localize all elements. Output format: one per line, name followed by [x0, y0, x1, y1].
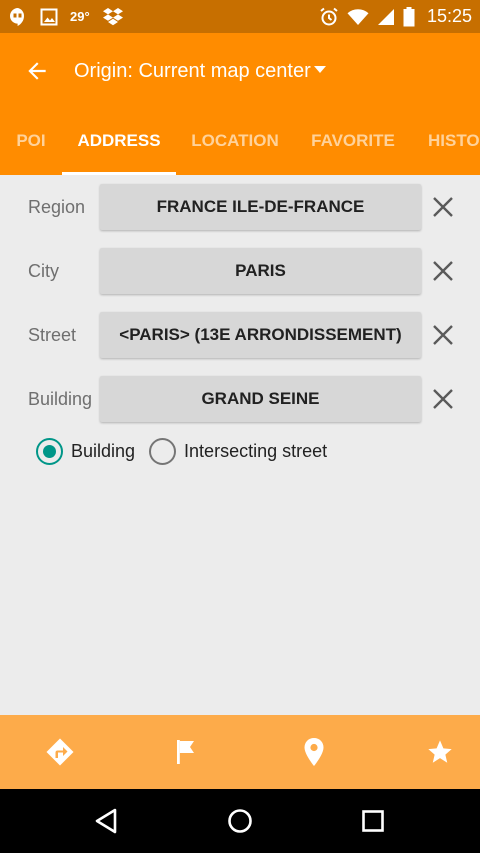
search-mode-radio-group: Building Intersecting street — [36, 438, 341, 465]
tab-address[interactable]: ADDRESS — [62, 109, 176, 175]
arrow-left-icon — [28, 62, 46, 80]
street-label: Street — [28, 325, 77, 345]
close-icon — [433, 261, 453, 281]
system-home-button[interactable] — [210, 797, 270, 845]
alarm-icon — [319, 7, 339, 27]
tab-history[interactable]: HISTORY — [412, 109, 480, 175]
region-label: Region — [28, 197, 86, 217]
origin-selector[interactable]: Origin: Current map center — [74, 60, 326, 83]
wifi-icon — [347, 8, 369, 26]
close-icon — [433, 389, 453, 409]
battery-icon — [403, 6, 415, 27]
building-label: Building — [28, 389, 93, 409]
system-navigation-bar — [0, 789, 480, 853]
city-label: City — [28, 261, 59, 281]
back-button[interactable] — [0, 33, 74, 109]
radio-unchecked-icon — [149, 438, 177, 465]
location-button[interactable] — [282, 715, 346, 789]
radio-building[interactable]: Building — [36, 438, 135, 465]
tab-location[interactable]: LOCATION — [176, 109, 294, 175]
location-pin-icon — [304, 738, 324, 766]
signal-icon — [377, 8, 395, 26]
directions-icon — [46, 738, 74, 766]
radio-building-label: Building — [71, 441, 136, 461]
tab-favorite[interactable]: FAVORITE — [294, 109, 412, 175]
caret-down-icon — [313, 65, 326, 73]
favorite-button[interactable] — [408, 715, 472, 789]
home-circle-icon — [228, 809, 252, 833]
status-bar: 29° 15:25 — [0, 0, 480, 33]
radio-intersecting-street-label: Intersecting street — [184, 441, 328, 461]
flag-icon — [177, 740, 194, 764]
hangouts-icon — [8, 7, 28, 27]
status-time: 15:25 — [426, 6, 472, 26]
building-row: Building GRAND SEINE — [0, 374, 480, 424]
close-icon — [433, 325, 453, 345]
tab-poi[interactable]: POI — [0, 109, 62, 175]
close-icon — [433, 197, 453, 217]
clear-building-button[interactable] — [428, 384, 458, 414]
recents-square-icon — [362, 810, 384, 832]
building-button[interactable]: GRAND SEINE — [100, 376, 421, 422]
street-row: Street <PARIS> (13E ARRONDISSEMENT) — [0, 310, 480, 360]
tab-bar: POI ADDRESS LOCATION FAVORITE HISTORY — [0, 109, 480, 175]
radio-intersecting-street[interactable]: Intersecting street — [149, 438, 327, 465]
street-button[interactable]: <PARIS> (13E ARRONDISSEMENT) — [100, 312, 421, 358]
region-button[interactable]: FRANCE ILE-DE-FRANCE — [100, 184, 421, 230]
clear-city-button[interactable] — [428, 256, 458, 286]
clear-street-button[interactable] — [428, 320, 458, 350]
system-recents-button[interactable] — [343, 797, 403, 845]
tab-indicator — [62, 172, 176, 175]
flag-button[interactable] — [154, 715, 218, 789]
page-title: Origin: Current map center — [74, 59, 311, 82]
region-row: Region FRANCE ILE-DE-FRANCE — [0, 182, 480, 232]
status-temperature: 29° — [70, 9, 90, 24]
directions-button[interactable] — [28, 715, 92, 789]
system-back-button[interactable] — [76, 797, 136, 845]
dropbox-icon — [102, 7, 124, 27]
city-button[interactable]: PARIS — [100, 248, 421, 294]
app-bar: Origin: Current map center — [0, 33, 480, 109]
clear-region-button[interactable] — [428, 192, 458, 222]
radio-checked-icon — [36, 438, 63, 465]
image-icon — [40, 8, 58, 26]
city-row: City PARIS — [0, 246, 480, 296]
star-icon — [428, 740, 452, 763]
bottom-action-bar — [0, 715, 480, 789]
back-triangle-icon — [95, 808, 117, 834]
